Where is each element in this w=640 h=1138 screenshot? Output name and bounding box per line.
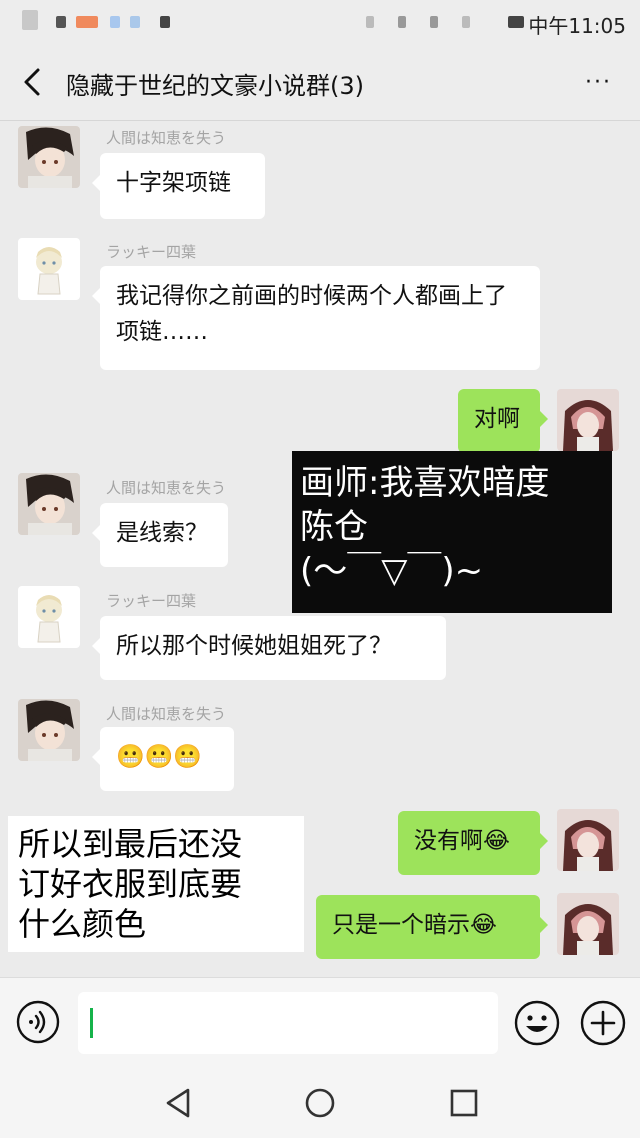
notification-icon xyxy=(160,16,170,28)
more-options-button[interactable]: ··· xyxy=(585,70,612,95)
battery-icon xyxy=(508,16,524,28)
nav-recent-apps-icon[interactable] xyxy=(448,1087,480,1119)
navigation-bar xyxy=(0,1067,640,1138)
sender-name: 人間は知恵を失う xyxy=(106,705,227,723)
message-bubble[interactable]: 所以那个时候她姐姐死了？ xyxy=(92,616,446,680)
avatar[interactable] xyxy=(557,389,619,451)
sender-name: 人間は知恵を失う xyxy=(106,129,227,147)
avatar[interactable] xyxy=(557,809,619,871)
sender-name: ラッキー四葉 xyxy=(106,592,197,610)
plus-icon[interactable] xyxy=(580,1000,626,1046)
nav-home-icon[interactable] xyxy=(304,1087,336,1119)
signal-icon xyxy=(366,16,374,28)
caption-line: 所以到最后还没 xyxy=(18,825,243,863)
sender-name: ラッキー四葉 xyxy=(106,243,197,261)
chat-title: 隐藏于世纪的文豪小说群(3) xyxy=(66,72,364,100)
signal-icon xyxy=(398,16,406,28)
caption-line: 画师:我喜欢暗度 xyxy=(300,463,550,503)
notification-icon xyxy=(110,16,120,28)
message-bubble[interactable]: 我记得你之前画的时候两个人都画上了项链…… xyxy=(92,266,540,370)
avatar[interactable] xyxy=(18,473,80,535)
message-bubble[interactable]: 😬😬😬 xyxy=(92,727,234,791)
caption-overlay: 画师:我喜欢暗度 陈仓 (～￣▽￣)~ xyxy=(292,451,612,613)
caption-line: 陈仓 xyxy=(300,507,368,547)
message-bubble[interactable]: 只是一个暗示😂 xyxy=(316,895,548,959)
input-bar xyxy=(0,977,640,1068)
emoji-icon[interactable] xyxy=(514,1000,560,1046)
signal-icon xyxy=(462,16,470,28)
message-bubble[interactable]: 对啊 xyxy=(458,389,548,453)
caption-line: (～￣▽￣)~ xyxy=(300,551,484,591)
avatar[interactable] xyxy=(557,893,619,955)
nav-back-icon[interactable] xyxy=(162,1087,194,1119)
notification-icon xyxy=(22,10,38,30)
caption-line: 订好衣服到底要 xyxy=(18,865,243,903)
sender-name: 人間は知恵を失う xyxy=(106,479,227,497)
back-arrow-icon[interactable] xyxy=(16,62,52,102)
caption-overlay: 所以到最后还没 订好衣服到底要 什么颜色 xyxy=(8,816,304,952)
signal-icon xyxy=(430,16,438,28)
avatar[interactable] xyxy=(18,699,80,761)
voice-icon[interactable] xyxy=(16,1000,60,1044)
text-cursor xyxy=(90,1008,93,1038)
avatar[interactable] xyxy=(18,586,80,648)
chat-header: 隐藏于世纪的文豪小说群(3) ··· xyxy=(0,44,640,121)
message-input[interactable] xyxy=(78,992,498,1054)
avatar[interactable] xyxy=(18,126,80,188)
caption-line: 什么颜色 xyxy=(18,905,147,943)
clock: 中午11:05 xyxy=(528,14,626,38)
notification-icon xyxy=(76,16,98,28)
notification-icon xyxy=(130,16,140,28)
message-bubble[interactable]: 没有啊😂 xyxy=(398,811,548,875)
chat-area[interactable]: 人間は知恵を失う 十字架项链 ラッキー四葉 我记得你之前画的时候两个人都画上了项… xyxy=(0,121,640,977)
avatar[interactable] xyxy=(18,238,80,300)
notification-icon xyxy=(56,16,66,28)
status-bar: 中午11:05 xyxy=(0,0,640,44)
message-bubble[interactable]: 是线索？ xyxy=(92,503,228,567)
message-bubble[interactable]: 十字架项链 xyxy=(92,153,265,219)
